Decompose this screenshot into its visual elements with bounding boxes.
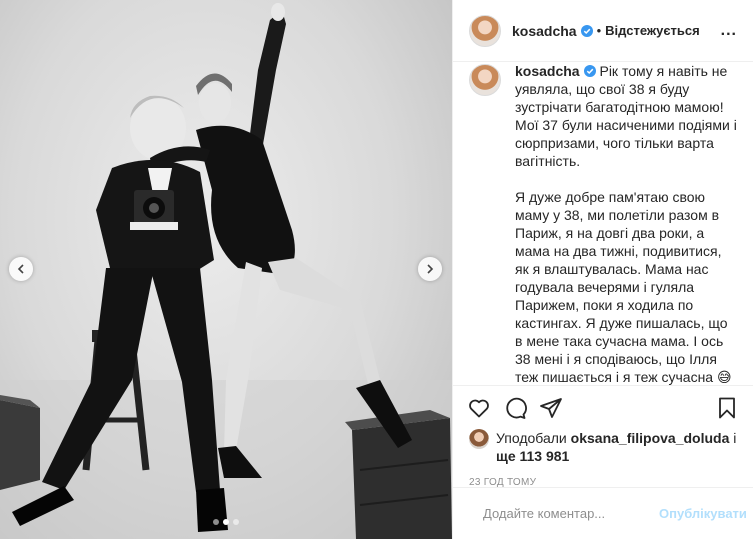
instagram-post: kosadcha • Відстежується ... kosadcha Рі… (0, 0, 753, 539)
bookmark-icon[interactable] (715, 396, 739, 420)
post-photo[interactable] (0, 0, 452, 539)
liker-avatar[interactable] (469, 429, 489, 449)
following-button[interactable]: Відстежується (605, 23, 700, 38)
likes-conjunction: і (733, 430, 737, 446)
post-header: kosadcha • Відстежується ... (453, 0, 753, 62)
chevron-right-icon (427, 264, 434, 274)
carousel-next-button[interactable] (418, 257, 442, 281)
caption-username[interactable]: kosadcha (515, 63, 580, 79)
publish-button[interactable]: Опублікувати (659, 506, 747, 521)
avatar[interactable] (469, 14, 501, 47)
likes-text: Уподобали oksana_filipova_doluda і ще 11… (496, 429, 736, 465)
comment-input[interactable] (483, 506, 659, 521)
caption-text: kosadcha Рік тому я навіть не уявляла, щ… (515, 62, 737, 385)
caption-avatar[interactable] (469, 64, 501, 96)
likes-count[interactable]: ще 113 981 (496, 448, 569, 464)
verified-badge-icon (580, 24, 593, 37)
likes-summary: Уподобали oksana_filipova_doluda і ще 11… (453, 429, 753, 465)
carousel-dot (213, 519, 219, 525)
comment-icon[interactable] (503, 396, 527, 420)
header-username[interactable]: kosadcha (512, 23, 577, 39)
caption: kosadcha Рік тому я навіть не уявляла, щ… (469, 62, 737, 385)
action-bar (453, 385, 753, 429)
share-icon[interactable] (539, 396, 563, 420)
more-options-button[interactable]: ... (721, 22, 737, 40)
carousel-dot (233, 519, 239, 525)
post-side-panel: kosadcha • Відстежується ... kosadcha Рі… (452, 0, 753, 539)
comment-bar: Опублікувати (453, 487, 753, 539)
carousel-prev-button[interactable] (9, 257, 33, 281)
caption-paragraph-1: kosadcha Рік тому я навіть не уявляла, щ… (515, 62, 737, 170)
caption-paragraph-2: Я дуже добре пам'ятаю свою маму у 38, ми… (515, 189, 732, 385)
heart-icon[interactable] (467, 396, 491, 420)
likes-prefix: Уподобали (496, 430, 567, 446)
chevron-left-icon (17, 264, 24, 274)
header-separator: • (596, 23, 602, 38)
caption-scroll-area[interactable]: kosadcha Рік тому я навіть не уявляла, щ… (453, 62, 753, 385)
verified-badge-icon (583, 65, 596, 77)
liker-username[interactable]: oksana_filipova_doluda (571, 430, 730, 446)
post-timestamp[interactable]: 23 год тому (453, 465, 753, 488)
photo-illustration (0, 3, 452, 539)
carousel-dot-active (223, 519, 229, 525)
carousel-indicator (0, 519, 452, 525)
